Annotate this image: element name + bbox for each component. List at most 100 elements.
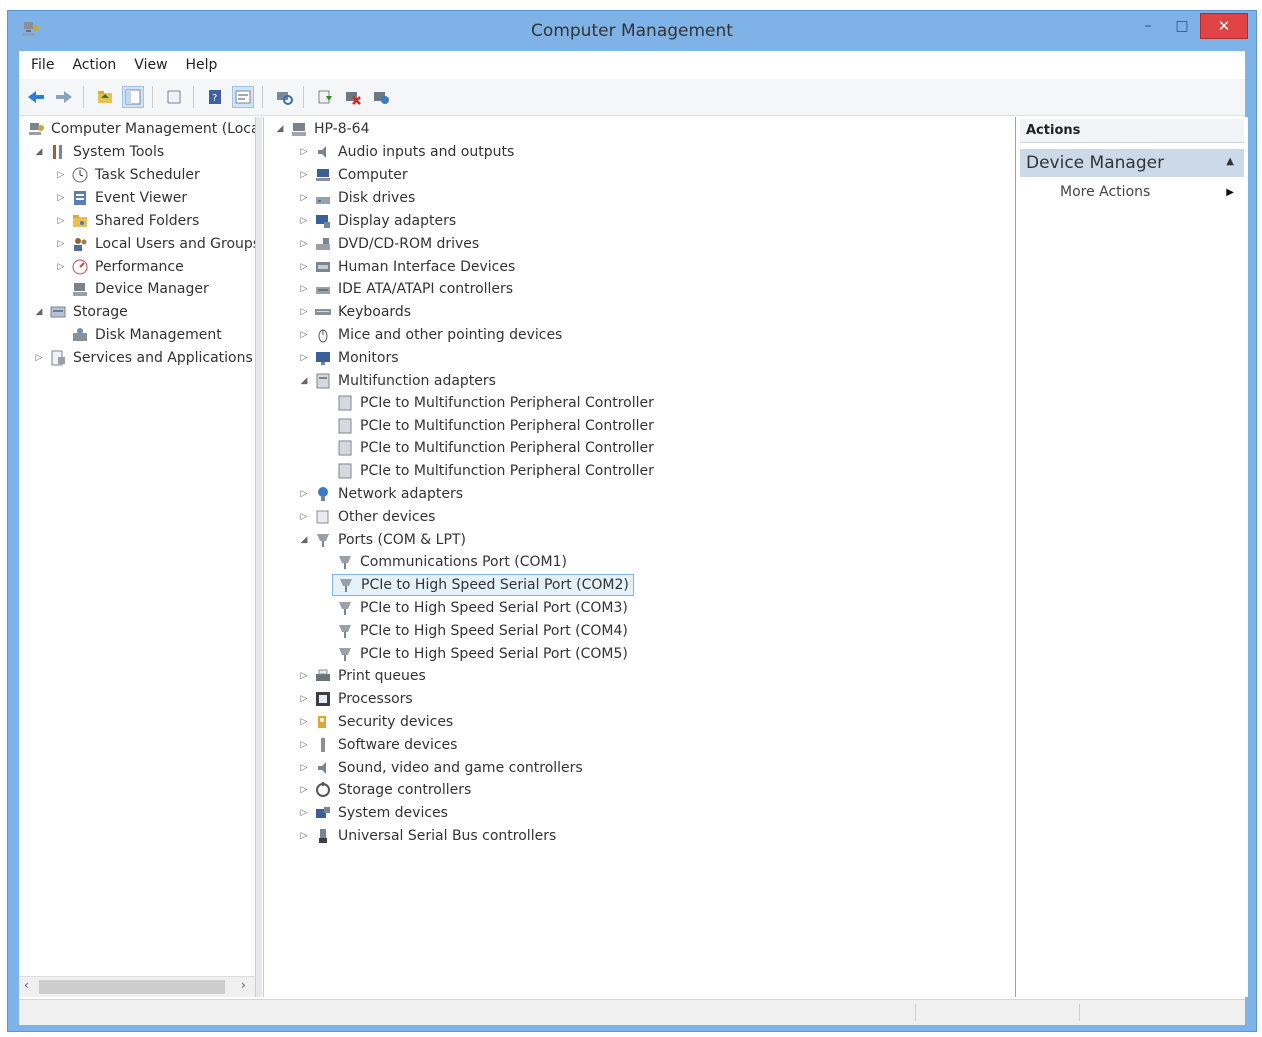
device-category-monitors[interactable]: ▷ Monitors [298,347,399,369]
expand-arrow-icon[interactable]: ▷ [298,717,310,727]
expand-arrow-icon[interactable]: ▷ [298,239,310,249]
device-category-print-queues[interactable]: ▷ Print queues [298,665,426,687]
expand-arrow-icon[interactable]: ▷ [298,262,310,272]
device-multifunction-controller-4[interactable]: PCIe to Multifunction Peripheral Control… [332,460,654,482]
expand-arrow-icon[interactable]: ▷ [55,239,67,249]
expand-arrow-icon[interactable]: ▷ [298,489,310,499]
scroll-right-icon[interactable]: › [241,978,246,992]
collapse-arrow-icon[interactable]: ◢ [298,535,310,545]
update-driver-icon[interactable] [314,86,336,108]
pane-splitter[interactable] [256,117,262,997]
scan-hardware-icon[interactable] [273,86,295,108]
device-category-computer[interactable]: ▷ Computer [298,164,408,186]
device-category-software[interactable]: ▷ Software devices [298,734,458,756]
expand-arrow-icon[interactable]: ▷ [298,216,310,226]
device-category-network[interactable]: ▷ Network adapters [298,483,463,505]
minimize-button[interactable]: – [1134,13,1162,39]
tree-item-device-manager[interactable]: Device Manager [67,278,209,300]
device-category-usb[interactable]: ▷ Universal Serial Bus controllers [298,825,557,847]
device-category-human-interface[interactable]: ▷ Human Interface Devices [298,256,516,278]
device-category-disk-drives[interactable]: ▷ Disk drives [298,187,416,209]
actions-group-device-manager[interactable]: Device Manager ▲ [1020,149,1244,177]
forward-icon[interactable] [53,86,75,108]
expand-arrow-icon[interactable]: ▷ [298,330,310,340]
expand-arrow-icon[interactable]: ▷ [298,512,310,522]
device-port-com5[interactable]: PCIe to High Speed Serial Port (COM5) [332,643,628,665]
help-icon[interactable]: ? [204,86,226,108]
device-multifunction-controller-3[interactable]: PCIe to Multifunction Peripheral Control… [332,437,654,459]
device-category-ports[interactable]: ◢ Ports (COM & LPT) [298,529,466,551]
device-category-dvd-cd-rom[interactable]: ▷ DVD/CD-ROM drives [298,233,480,255]
device-category-keyboards[interactable]: ▷ Keyboards [298,301,412,323]
expand-arrow-icon[interactable]: ▷ [33,353,45,363]
export-list-icon[interactable] [163,86,185,108]
expand-arrow-icon[interactable]: ▷ [298,694,310,704]
expand-arrow-icon[interactable]: ▷ [298,284,310,294]
device-category-storage-controllers[interactable]: ▷ Storage controllers [298,779,471,801]
tree-item-event-viewer[interactable]: ▷ Event Viewer [55,187,188,209]
device-category-other[interactable]: ▷ Other devices [298,506,436,528]
scrollbar-thumb[interactable] [39,980,225,994]
menu-help[interactable]: Help [186,57,218,73]
tree-item-system-tools[interactable]: ◢ System Tools [33,141,165,163]
expand-arrow-icon[interactable]: ▷ [298,808,310,818]
collapse-arrow-icon[interactable]: ◢ [298,376,310,386]
device-category-sound[interactable]: ▷ Sound, video and game controllers [298,757,583,779]
tree-item-services-and-applications[interactable]: ▷ Services and Applications [33,347,253,369]
uninstall-device-icon[interactable] [370,86,392,108]
device-category-mice[interactable]: ▷ Mice and other pointing devices [298,324,563,346]
expand-arrow-icon[interactable]: ▷ [55,170,67,180]
expand-arrow-icon[interactable]: ▷ [298,353,310,363]
scroll-left-icon[interactable]: ‹ [24,978,29,992]
expand-arrow-icon[interactable]: ▷ [55,193,67,203]
device-category-display-adapters[interactable]: ▷ Display adapters [298,210,457,232]
expand-arrow-icon[interactable]: ▷ [298,763,310,773]
device-root-hp-8-64[interactable]: ◢ HP-8-64 [274,118,370,140]
device-port-com3[interactable]: PCIe to High Speed Serial Port (COM3) [332,597,628,619]
collapse-arrow-icon[interactable]: ◢ [274,124,286,134]
expand-arrow-icon[interactable]: ▷ [55,262,67,272]
menu-file[interactable]: File [31,57,54,73]
device-port-com2-selected[interactable]: PCIe to High Speed Serial Port (COM2) [332,574,634,596]
disable-device-icon[interactable] [342,86,364,108]
tree-item-performance[interactable]: ▷ Performance [55,256,184,278]
device-multifunction-controller-2[interactable]: PCIe to Multifunction Peripheral Control… [332,415,654,437]
up-folder-icon[interactable] [94,86,116,108]
device-multifunction-controller-1[interactable]: PCIe to Multifunction Peripheral Control… [332,392,654,414]
horizontal-scrollbar[interactable]: ‹ › [19,976,255,997]
device-port-com1[interactable]: Communications Port (COM1) [332,551,567,573]
collapse-arrow-icon[interactable]: ◢ [33,147,45,157]
collapse-up-icon[interactable]: ▲ [1226,156,1234,167]
device-category-audio[interactable]: ▷ Audio inputs and outputs [298,141,515,163]
device-category-multifunction[interactable]: ◢ Multifunction adapters [298,370,496,392]
expand-arrow-icon[interactable]: ▷ [298,671,310,681]
device-category-system[interactable]: ▷ System devices [298,802,448,824]
device-category-processors[interactable]: ▷ Processors [298,688,413,710]
device-category-security[interactable]: ▷ Security devices [298,711,454,733]
menu-view[interactable]: View [134,57,167,73]
expand-arrow-icon[interactable]: ▷ [298,147,310,157]
expand-arrow-icon[interactable]: ▷ [55,216,67,226]
tree-item-task-scheduler[interactable]: ▷ Task Scheduler [55,164,200,186]
expand-arrow-icon[interactable]: ▷ [298,740,310,750]
device-port-com4[interactable]: PCIe to High Speed Serial Port (COM4) [332,620,628,642]
back-icon[interactable] [25,86,47,108]
title-bar[interactable]: Computer Management – □ ✕ [8,11,1256,51]
properties-icon[interactable] [232,86,254,108]
device-category-ide-ata[interactable]: ▷ IDE ATA/ATAPI controllers [298,278,514,300]
close-button[interactable]: ✕ [1200,13,1248,39]
expand-arrow-icon[interactable]: ▷ [298,170,310,180]
expand-arrow-icon[interactable]: ▷ [298,831,310,841]
show-hide-tree-icon[interactable] [122,86,144,108]
tree-item-computer-management[interactable]: Computer Management (Local [23,118,255,140]
expand-arrow-icon[interactable]: ▷ [298,785,310,795]
expand-arrow-icon[interactable]: ▷ [298,193,310,203]
tree-item-local-users-and-groups[interactable]: ▷ Local Users and Groups [55,233,255,255]
menu-action[interactable]: Action [72,57,116,73]
tree-item-storage[interactable]: ◢ Storage [33,301,128,323]
maximize-button[interactable]: □ [1168,13,1196,39]
tree-item-shared-folders[interactable]: ▷ Shared Folders [55,210,200,232]
expand-arrow-icon[interactable]: ▷ [298,307,310,317]
more-actions-item[interactable]: More Actions ▶ [1060,181,1244,203]
collapse-arrow-icon[interactable]: ◢ [33,307,45,317]
